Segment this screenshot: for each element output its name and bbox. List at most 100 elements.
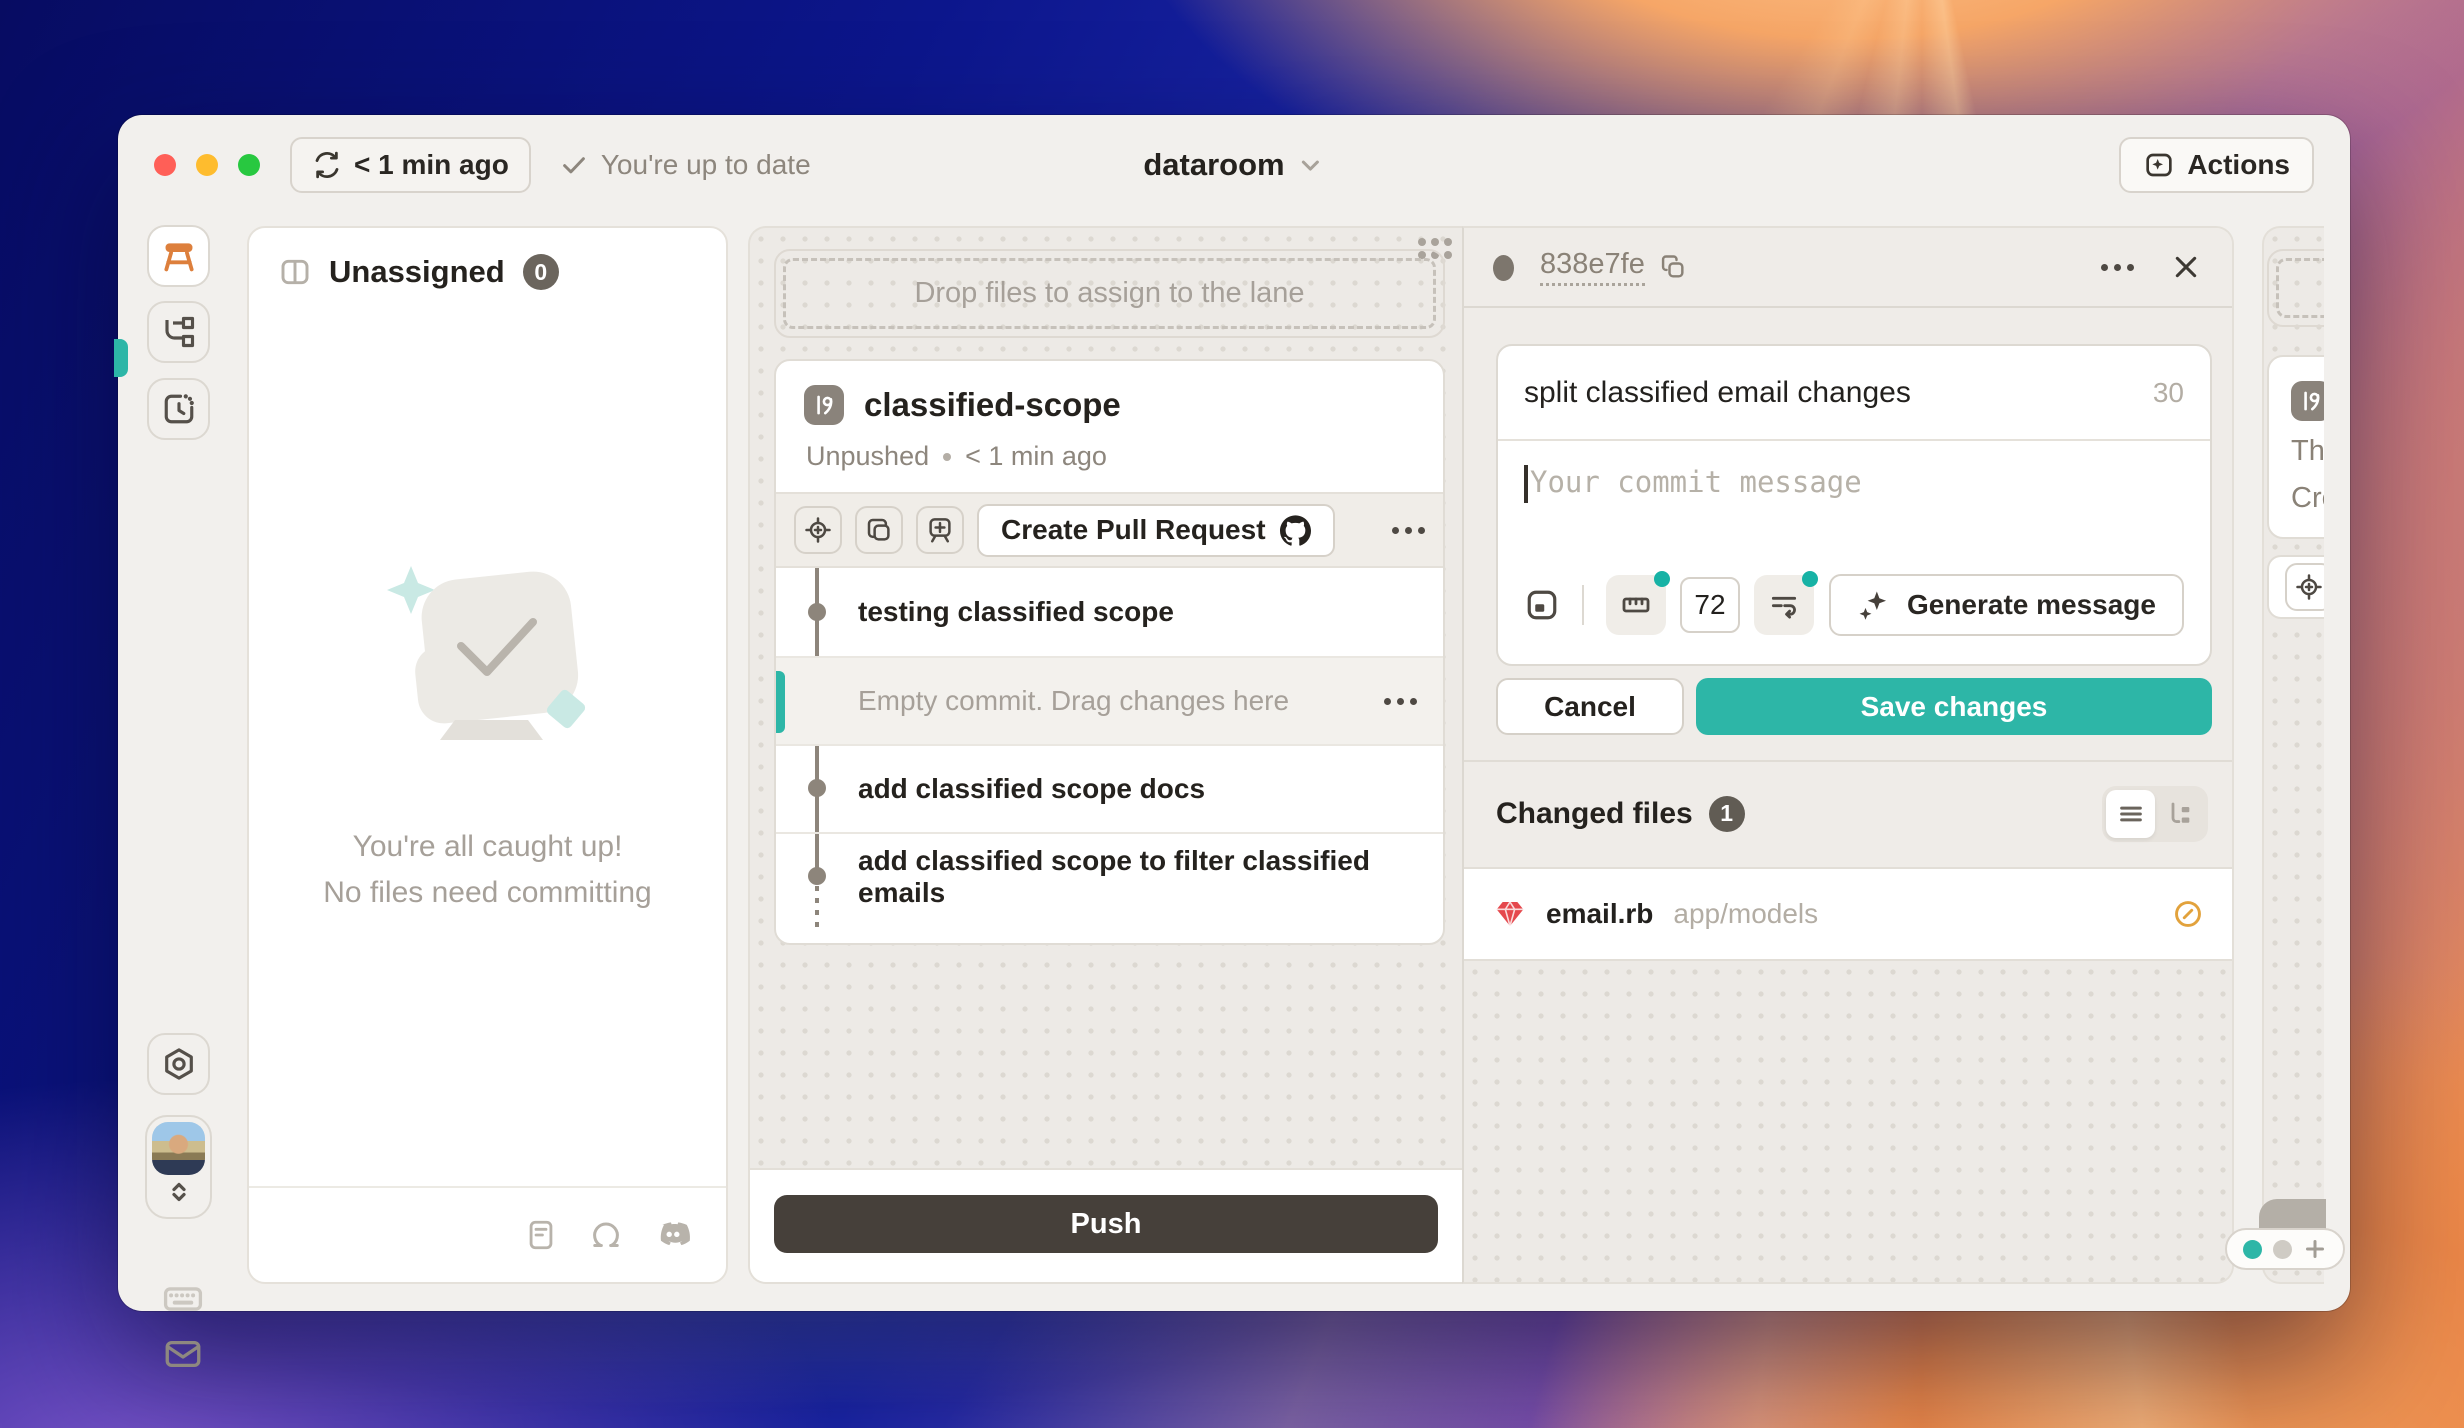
list-view-button[interactable] (2106, 790, 2155, 838)
add-lane-icon[interactable] (2303, 1237, 2327, 1261)
pager-dot[interactable] (2273, 1240, 2292, 1259)
file-path: app/models (1673, 898, 1818, 930)
dropzone-hint: Drop files to assign to the lane (914, 277, 1304, 310)
wrap-lines-button[interactable] (1754, 575, 1814, 635)
ruby-file-icon (1494, 898, 1526, 930)
cancel-label: Cancel (1544, 691, 1636, 722)
commit-sha-link[interactable]: 838e7fe (1540, 248, 1645, 286)
save-changes-label: Save changes (1861, 691, 2048, 722)
history-icon (161, 391, 197, 427)
commit-message: add classified scope docs (858, 773, 1205, 805)
gear-icon (161, 1046, 197, 1082)
commit-title-input[interactable] (1524, 376, 2137, 410)
actions-label: Actions (2187, 149, 2290, 181)
lane-pager (2225, 1228, 2345, 1270)
check-icon (559, 150, 589, 180)
commit-row[interactable]: add classified scope docs (776, 744, 1443, 832)
toolbar-divider (1582, 585, 1584, 625)
branch-card: classified-scope Unpushed < 1 min ago (774, 359, 1445, 945)
sidebar-item-branches[interactable] (147, 301, 210, 363)
actions-button[interactable]: Actions (2119, 137, 2314, 193)
sidebar-item-settings[interactable] (147, 1033, 210, 1095)
gitbutler-window: < 1 min ago You're up to date dataroom (118, 115, 2350, 1311)
template-icon[interactable] (1524, 587, 1560, 623)
copy-sha-icon[interactable] (1659, 253, 1687, 281)
next-lane-peek[interactable]: Th Cre (2262, 226, 2324, 1284)
project-selector[interactable]: dataroom (1143, 147, 1324, 183)
file-view-toggle (2102, 786, 2208, 842)
branch-menu-button[interactable] (1392, 527, 1425, 534)
commit-target-button[interactable] (794, 506, 842, 554)
commit-menu-button[interactable] (2101, 264, 2134, 271)
generate-message-button[interactable]: Generate message (1829, 574, 2184, 636)
commit-row-selected[interactable]: Empty commit. Drag changes here (776, 656, 1443, 744)
minimize-window-button[interactable] (196, 154, 218, 176)
close-icon[interactable] (2170, 251, 2202, 283)
keyboard-shortcuts-button[interactable] (118, 1277, 247, 1321)
commit-message-editor: 30 Your commit message (1496, 344, 2212, 666)
sidebar (118, 215, 247, 1311)
create-pull-request-button[interactable]: Create Pull Request (977, 504, 1335, 557)
meta-separator-dot (943, 453, 951, 461)
sync-time-label: < 1 min ago (354, 149, 509, 181)
save-changes-button[interactable]: Save changes (1696, 678, 2212, 735)
commit-message-textarea[interactable]: Your commit message (1498, 441, 2210, 547)
desktop-wallpaper: < 1 min ago You're up to date dataroom (0, 0, 2464, 1428)
commit-message: testing classified scope (858, 596, 1174, 628)
stool-icon (160, 237, 198, 275)
commit-message: add classified scope to filter classifie… (858, 845, 1417, 909)
keyboard-icon (161, 1277, 205, 1321)
ruler-button[interactable] (1606, 575, 1666, 635)
peek-dropzone (2267, 249, 2324, 327)
unassigned-header: Unassigned 0 (249, 228, 726, 316)
commit-target-button[interactable] (2285, 563, 2324, 611)
message-placeholder: Your commit message (1530, 465, 1862, 499)
push-label: Push (1071, 1208, 1142, 1240)
chevron-updown-icon (164, 1175, 194, 1209)
branch-name[interactable]: classified-scope (864, 386, 1121, 424)
lane-footer: Push (750, 1168, 1462, 1282)
wrap-width-input[interactable] (1680, 577, 1740, 633)
community-icon[interactable] (588, 1217, 624, 1253)
wrap-enabled-dot (1802, 571, 1818, 587)
commit-row[interactable]: add classified scope to filter classifie… (776, 832, 1443, 920)
commit-panel-header: 838e7fe (1464, 228, 2232, 308)
zoom-window-button[interactable] (238, 154, 260, 176)
file-name: email.rb (1546, 898, 1653, 930)
push-button[interactable]: Push (774, 1195, 1438, 1253)
sync-button[interactable]: < 1 min ago (290, 137, 531, 193)
chevron-down-icon (1297, 151, 1325, 179)
feedback-button[interactable] (118, 1333, 247, 1375)
changed-file-row[interactable]: email.rb app/models (1464, 867, 2232, 961)
cancel-button[interactable]: Cancel (1496, 678, 1684, 735)
unassigned-title: Unassigned (329, 254, 505, 290)
sidebar-item-history[interactable] (147, 378, 210, 440)
window-header: < 1 min ago You're up to date dataroom (118, 115, 2350, 215)
branch-toolbar: Create Pull Request (776, 492, 1443, 568)
sidebar-item-workspace[interactable] (147, 225, 210, 287)
close-window-button[interactable] (154, 154, 176, 176)
commit-menu-button[interactable] (1384, 698, 1417, 705)
branch-time: < 1 min ago (965, 441, 1107, 472)
selected-indicator (776, 671, 785, 733)
pager-dot-active[interactable] (2243, 1240, 2262, 1259)
commit-row[interactable]: testing classified scope (776, 568, 1443, 656)
discord-icon[interactable] (654, 1216, 692, 1254)
unassigned-footer (249, 1186, 726, 1282)
ruler-enabled-dot (1654, 571, 1670, 587)
copy-branch-button[interactable] (855, 506, 903, 554)
pr-button-label: Create Pull Request (1001, 514, 1266, 546)
lane-dropzone[interactable]: Drop files to assign to the lane (774, 249, 1445, 338)
branch-status: Unpushed (806, 441, 929, 472)
split-panel-icon (279, 256, 311, 288)
profile-switcher[interactable] (145, 1115, 212, 1219)
caught-up-illustration (363, 548, 613, 778)
changed-files-title: Changed files (1496, 797, 1693, 831)
tree-view-button[interactable] (2155, 790, 2204, 838)
assign-box-button[interactable] (916, 506, 964, 554)
user-avatar (152, 1122, 205, 1175)
stack-lane: Drop files to assign to the lane classif… (748, 226, 1462, 1284)
unassigned-count-badge: 0 (523, 254, 559, 290)
modified-status-icon (2172, 898, 2204, 930)
notes-icon[interactable] (524, 1218, 558, 1252)
